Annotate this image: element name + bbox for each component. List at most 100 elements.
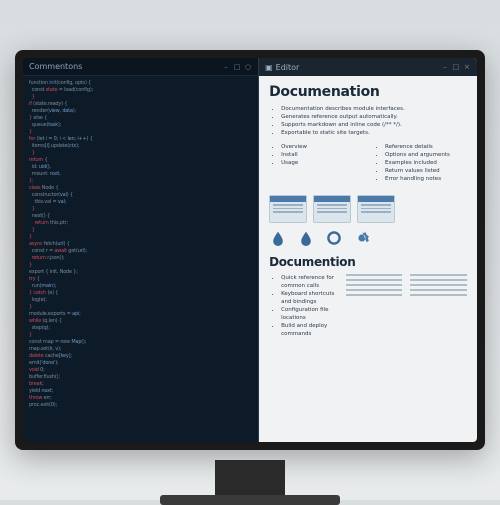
code-line[interactable]: } [29,129,252,136]
icon-row [269,229,467,247]
code-line[interactable]: id: uid(), [29,164,252,171]
code-line[interactable]: } [29,206,252,213]
code-line[interactable]: class Node { [29,185,252,192]
doc-item: Configuration file locations [281,306,338,322]
doc-item: Error handling notes [385,175,467,183]
doc-item: Options and arguments [385,151,467,159]
right-pane-title: Editor [276,63,300,72]
code-line[interactable]: delete cache[key]; [29,353,252,360]
code-line[interactable]: for (let i = 0; i < len; i++) { [29,136,252,143]
code-line[interactable]: render(view, data); [29,108,252,115]
code-line[interactable]: map.set(k, v); [29,346,252,353]
code-line[interactable]: return r.json(); [29,255,252,262]
doc-item: Supports markdown and inline code (/** *… [281,121,467,129]
code-line[interactable]: next() { [29,213,252,220]
code-line[interactable]: const state = load(config); [29,87,252,94]
code-line[interactable]: } [29,94,252,101]
doc-item: Build and deploy commands [281,322,338,338]
preview-tile[interactable] [357,195,395,223]
code-line[interactable]: } [29,332,252,339]
code-line[interactable]: void 0; [29,367,252,374]
code-line[interactable]: try { [29,276,252,283]
doc-item: Usage [281,159,363,167]
code-line[interactable]: this.val = val; [29,199,252,206]
minimize-icon[interactable]: – [222,63,230,71]
doc-item: Return values listed [385,167,467,175]
gear-icon[interactable] [353,229,371,247]
doc-item: Generates reference output automatically… [281,113,467,121]
code-line[interactable]: emit('done'); [29,360,252,367]
code-line[interactable]: buffer.flush(); [29,374,252,381]
list-graphic [346,274,403,344]
drop-icon[interactable] [297,229,315,247]
doc-heading-1: Documenation [269,84,467,100]
code-line[interactable]: constructor(val) { [29,192,252,199]
doc-col-left: OverviewInstallUsage [269,143,363,183]
doc-item: Reference details [385,143,467,151]
left-pane-title: Commentons [29,62,82,71]
doc-section-2: Quick reference for common callsKeyboard… [269,274,338,338]
code-line[interactable]: return this.ptr; [29,220,252,227]
code-line[interactable]: } [29,304,252,311]
code-line[interactable]: step(q); [29,325,252,332]
maximize-icon[interactable]: □ [233,63,241,71]
code-line[interactable]: }; [29,178,252,185]
doc-item: Documentation describes module interface… [281,105,467,113]
app-icon: ▣ [265,63,273,72]
code-line[interactable]: export { init, Node }; [29,269,252,276]
list-graphic [410,274,467,344]
code-line[interactable]: } else { [29,115,252,122]
code-line[interactable]: } [29,150,252,157]
doc-item: Examples included [385,159,467,167]
screen: Commentons – □ ○ function init(config, o… [23,58,477,442]
code-line[interactable]: const r = await get(url); [29,248,252,255]
code-line[interactable]: } [29,227,252,234]
left-titlebar[interactable]: Commentons – □ ○ [23,58,258,76]
code-line[interactable]: } [29,234,252,241]
doc-col-right: Reference detailsOptions and argumentsEx… [373,143,467,183]
close-icon[interactable]: × [463,63,471,71]
code-line[interactable]: } [29,262,252,269]
doc-item: Exportable to static site targets. [281,129,467,137]
code-line[interactable]: async fetch(url) { [29,241,252,248]
right-titlebar[interactable]: ▣ Editor – □ × [259,58,477,76]
code-area[interactable]: function init(config, opts) { const stat… [23,76,258,442]
code-line[interactable]: function init(config, opts) { [29,80,252,87]
minimize-icon[interactable]: – [441,63,449,71]
tile-row [269,195,467,223]
code-editor-pane: Commentons – □ ○ function init(config, o… [23,58,259,442]
preview-tile[interactable] [269,195,307,223]
code-line[interactable]: queue(task); [29,122,252,129]
code-line[interactable]: return { [29,157,252,164]
right-window-controls: – □ × [441,63,471,71]
doc-item: Quick reference for common calls [281,274,338,290]
doc-heading-2: Documention [269,255,467,269]
drop-icon[interactable] [269,229,287,247]
code-line[interactable]: throw err; [29,395,252,402]
doc-item: Keyboard shortcuts and bindings [281,290,338,306]
code-line[interactable]: if (state.ready) { [29,101,252,108]
monitor-frame: Commentons – □ ○ function init(config, o… [15,50,485,450]
code-line[interactable]: yield next; [29,388,252,395]
code-line[interactable]: run(main); [29,283,252,290]
code-line[interactable]: } catch (e) { [29,290,252,297]
close-icon[interactable]: ○ [244,63,252,71]
code-line[interactable]: log(e); [29,297,252,304]
code-line[interactable]: proc.exit(0); [29,402,252,409]
doc-item: Install [281,151,363,159]
code-line[interactable]: module.exports = api; [29,311,252,318]
code-line[interactable]: mount: root, [29,171,252,178]
doc-item: Overview [281,143,363,151]
maximize-icon[interactable]: □ [452,63,460,71]
doc-content: Documenation Documentation describes mod… [259,76,477,442]
documentation-pane: ▣ Editor – □ × Documenation Documentatio… [259,58,477,442]
code-line[interactable]: break; [29,381,252,388]
code-line[interactable]: items[i].update(ctx); [29,143,252,150]
monitor-stand [215,460,285,495]
left-window-controls: – □ ○ [222,63,252,71]
doc-section-1: Documentation describes module interface… [269,105,467,137]
preview-tile[interactable] [313,195,351,223]
ring-icon[interactable] [325,229,343,247]
code-line[interactable]: while (q.len) { [29,318,252,325]
code-line[interactable]: const map = new Map(); [29,339,252,346]
